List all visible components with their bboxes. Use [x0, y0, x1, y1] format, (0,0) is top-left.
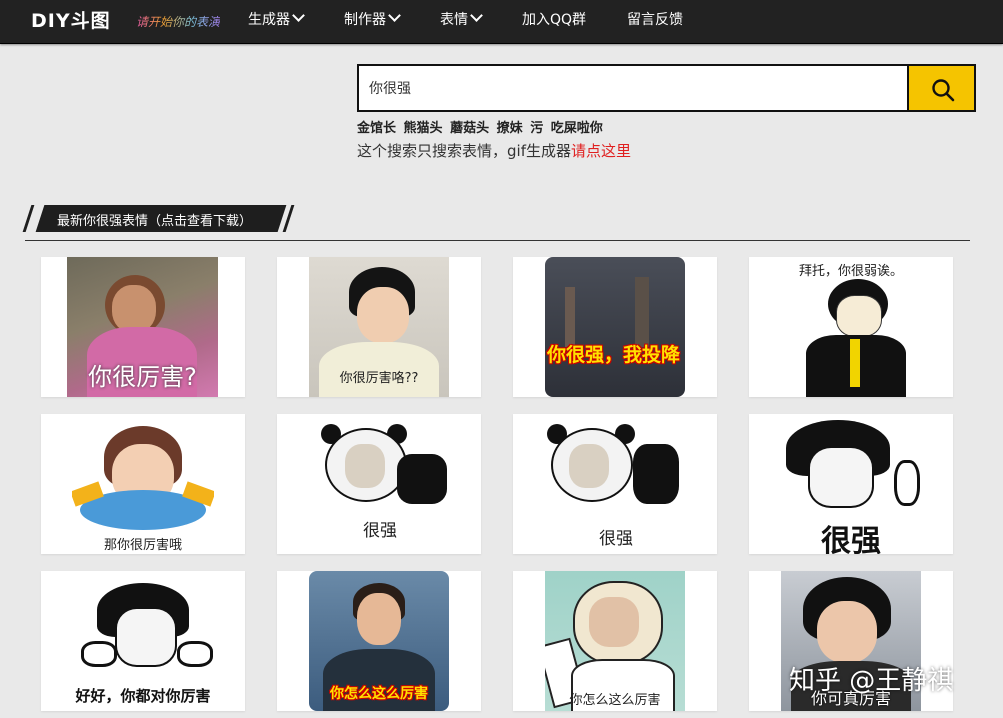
- top-navbar: DIY斗图 请开始你的表演 生成器 制作器 表情 加入QQ群 留言反馈: [0, 0, 1003, 44]
- emoji-image: 那你很厉害哦: [72, 414, 214, 554]
- search-button[interactable]: [907, 64, 976, 112]
- emoji-image: [397, 454, 447, 504]
- emoji-caption: 你怎么这么厉害: [330, 686, 428, 702]
- emoji-image: [836, 295, 882, 337]
- search-icon: [932, 79, 955, 102]
- emoji-image: [635, 277, 649, 347]
- emoji-image: 很强: [543, 414, 689, 554]
- emoji-image: 拜托，你很弱诶。: [776, 257, 926, 397]
- search-input[interactable]: [357, 64, 907, 112]
- emoji-image: 很强: [307, 414, 453, 554]
- emoji-caption: 拜托，你很弱诶。: [798, 264, 903, 279]
- nav-join-qq-group[interactable]: 加入QQ群: [522, 11, 586, 29]
- hotword-link[interactable]: 金馆长: [357, 121, 396, 136]
- emoji-image: [589, 597, 639, 647]
- hot-keywords: 金馆长 熊猫头 蘑菇头 撩妹 污 吃屎啦你: [357, 117, 606, 136]
- emoji-image: 好好，你都对你厉害: [61, 571, 225, 711]
- emoji-image: [808, 446, 874, 508]
- emoji-caption: 很强: [599, 529, 633, 549]
- emoji-card[interactable]: 拜托，你很弱诶。: [749, 257, 953, 397]
- chevron-down-icon: [388, 9, 401, 22]
- zhihu-watermark: 知乎 @王静祺: [789, 666, 954, 696]
- hotword-link[interactable]: 熊猫头: [404, 121, 443, 136]
- emoji-image: [115, 607, 177, 667]
- emoji-caption: 你很强，我投降: [547, 344, 681, 366]
- emoji-image: 你很厉害?: [67, 257, 218, 397]
- emoji-card[interactable]: 你怎么这么厉害: [277, 571, 481, 711]
- emoji-image: [569, 444, 609, 488]
- hotword-link[interactable]: 蘑菇头: [450, 121, 489, 136]
- emoji-image: 很强: [774, 414, 928, 554]
- gif-note-text: 这个搜索只搜索表情，gif生成器: [357, 142, 571, 160]
- emoji-caption: 那你很厉害哦: [103, 538, 182, 553]
- emoji-image: [357, 593, 401, 645]
- emoji-image: [357, 287, 409, 343]
- gif-generator-link[interactable]: 请点这里: [571, 142, 631, 160]
- emoji-image: 你很强，我投降: [545, 257, 685, 397]
- hotword-link[interactable]: 污: [530, 121, 543, 136]
- section-header-decoration: [22, 205, 35, 232]
- nav-generator-label: 生成器: [248, 12, 290, 28]
- emoji-image: [633, 444, 679, 504]
- hotword-link[interactable]: 撩妹: [497, 121, 523, 136]
- emoji-caption: 你很厉害咯??: [339, 371, 419, 386]
- emoji-image: [177, 641, 213, 667]
- emoji-card[interactable]: 很强: [513, 414, 717, 554]
- nav-feedback-label: 留言反馈: [627, 12, 683, 28]
- nav-maker-label: 制作器: [344, 12, 386, 28]
- hotword-link[interactable]: 吃屎啦你: [551, 121, 603, 136]
- nav-emoticons[interactable]: 表情: [440, 9, 483, 29]
- nav-join-qq-group-label: 加入QQ群: [522, 12, 587, 28]
- emoji-image: [850, 339, 860, 387]
- emoji-image: [81, 641, 117, 667]
- section-divider: [25, 240, 970, 241]
- emoji-card[interactable]: 你很厉害咯??: [277, 257, 481, 397]
- emoji-card[interactable]: 很强: [749, 414, 953, 554]
- chevron-down-icon: [292, 9, 305, 22]
- emoji-image: 你怎么这么厉害: [545, 571, 685, 711]
- gif-generator-note: 这个搜索只搜索表情，gif生成器请点这里: [357, 140, 631, 161]
- emoji-caption: 你怎么这么厉害: [569, 693, 661, 708]
- emoji-card[interactable]: 你怎么这么厉害: [513, 571, 717, 711]
- nav-maker[interactable]: 制作器: [344, 9, 401, 29]
- emoji-card[interactable]: 你很厉害?: [41, 257, 245, 397]
- emoji-card[interactable]: 好好，你都对你厉害: [41, 571, 245, 711]
- site-slogan: 请开始你的表演: [136, 15, 221, 29]
- emoji-image: [112, 285, 156, 333]
- emoji-card[interactable]: 那你很厉害哦: [41, 414, 245, 554]
- emoji-image: 你很厉害咯??: [309, 257, 449, 397]
- emoji-card[interactable]: 你很强，我投降: [513, 257, 717, 397]
- emoji-image: [345, 444, 385, 488]
- nav-generator[interactable]: 生成器: [248, 9, 305, 29]
- emoji-card[interactable]: 很强: [277, 414, 481, 554]
- nav-emoticons-label: 表情: [440, 12, 468, 28]
- emoji-image: [817, 601, 877, 663]
- emoji-caption: 很强: [363, 521, 397, 541]
- site-logo[interactable]: DIY斗图: [31, 8, 111, 34]
- emoji-image: 你怎么这么厉害: [309, 571, 449, 711]
- emoji-caption: 很强: [821, 524, 881, 554]
- chevron-down-icon: [470, 9, 483, 22]
- emoji-image: [894, 460, 920, 506]
- nav-feedback[interactable]: 留言反馈: [627, 11, 683, 29]
- section-title: 最新你很强表情（点击查看下载）: [57, 214, 253, 229]
- emoji-caption: 你很厉害?: [88, 363, 197, 391]
- emoji-caption: 好好，你都对你厉害: [75, 687, 211, 705]
- emoji-image: [565, 287, 575, 347]
